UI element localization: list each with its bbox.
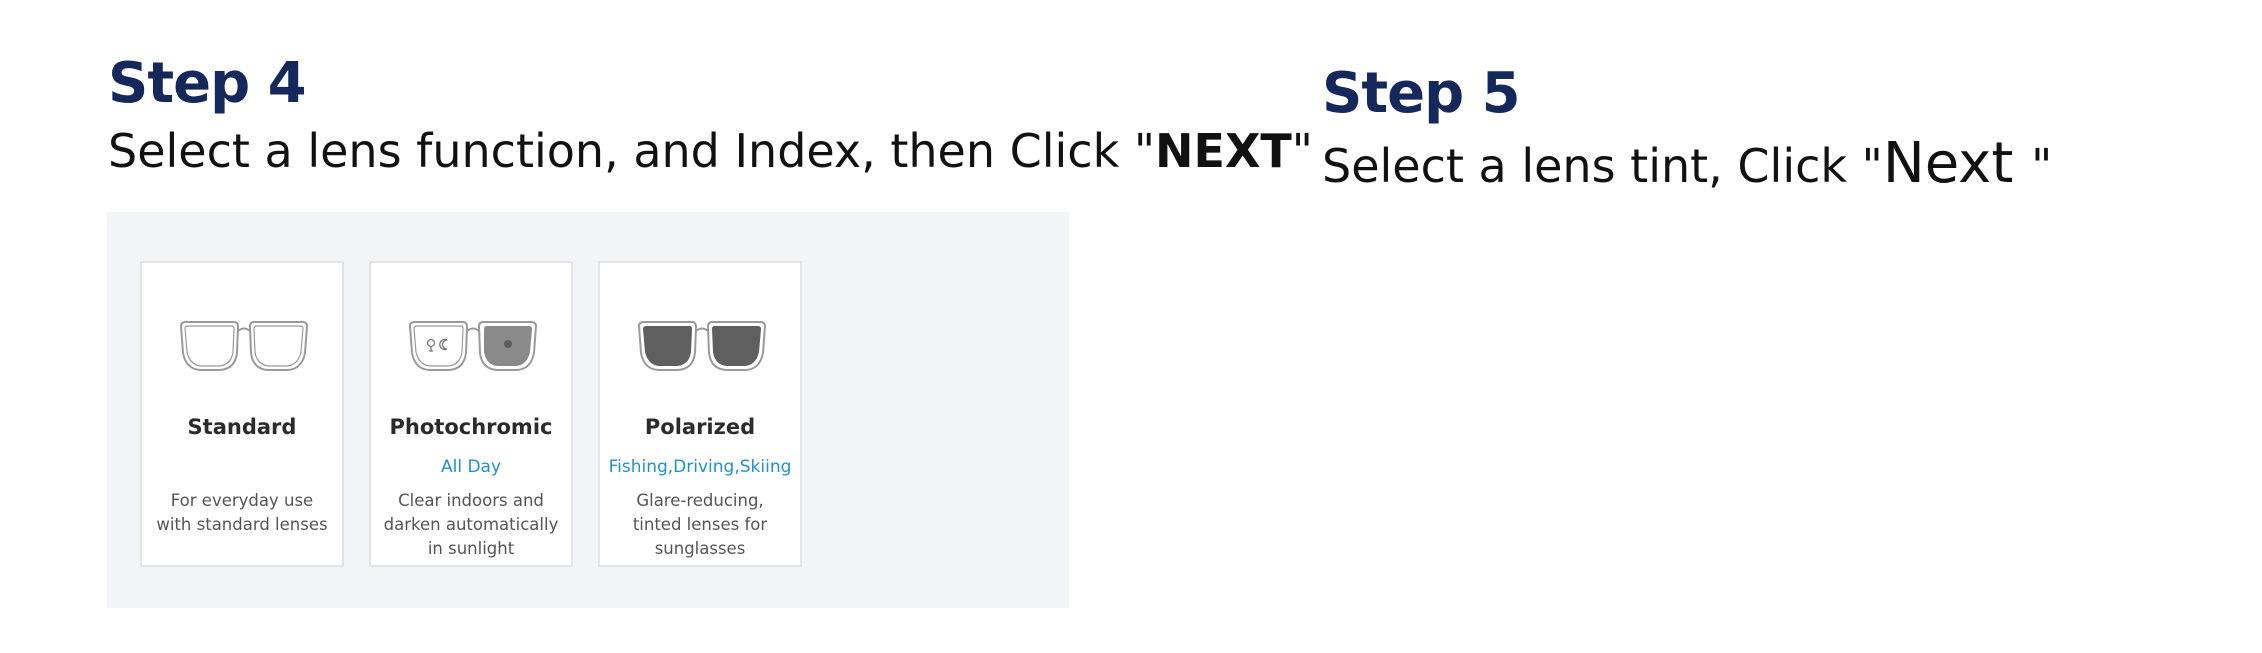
lens-option-subtitle: All Day [440,457,502,477]
step-5-instruction: Select a lens tint, Click "Next " [1322,136,2052,192]
description-line: with standard lenses [156,515,328,534]
lens-option-description: For everyday use with standard lenses [150,489,334,537]
description-line: tinted lenses for [632,515,768,534]
step-5-next-keyword: Next [1882,131,2032,196]
lens-option-photochromic[interactable]: Photochromic All Day Clear indoors and d… [369,261,573,567]
step-4-instruction-end: " [1291,124,1313,178]
clear-glasses-icon [179,321,309,371]
lens-option-description: Glare-reducing, tinted lenses for sungla… [608,489,792,561]
description-line: Glare-reducing, [636,491,764,510]
step-4-block: Step 4 Select a lens function, and Index… [108,51,1313,175]
step-4-next-keyword: NEXT [1155,124,1292,178]
lens-option-name: Photochromic [389,415,553,439]
step-5-instruction-end: " [2031,139,2053,193]
description-line: in sunlight [427,539,515,558]
step-4-instruction: Select a lens function, and Index, then … [108,128,1313,174]
description-line: For everyday use [170,491,314,510]
description-line: darken automatically [383,515,559,534]
lens-option-name: Polarized [644,415,756,439]
description-line: Clear indoors and [398,491,544,510]
photochromic-glasses-icon [408,321,538,371]
lens-option-polarized[interactable]: Polarized Fishing,Driving,Skiing Glare-r… [598,261,802,567]
step-4-title: Step 4 [108,51,307,116]
step-5-instruction-text: Select a lens tint, Click " [1322,139,1883,193]
lens-option-description: Clear indoors and darken automatically i… [379,489,563,561]
step-5-block: Step 5 Select a lens tint, Click "Next " [1322,66,2052,192]
lens-option-standard[interactable]: Standard For everyday use with standard … [140,261,344,567]
step-4-instruction-text: Select a lens function, and Index, then … [108,124,1156,178]
lens-option-name: Standard [187,415,297,439]
description-line: sunglasses [654,539,746,558]
lens-option-subtitle: Fishing,Driving,Skiing [608,457,792,477]
lens-function-panel: Standard For everyday use with standard … [107,212,1069,608]
step-5-title: Step 5 [1322,61,1521,126]
sunglasses-icon [637,321,767,371]
